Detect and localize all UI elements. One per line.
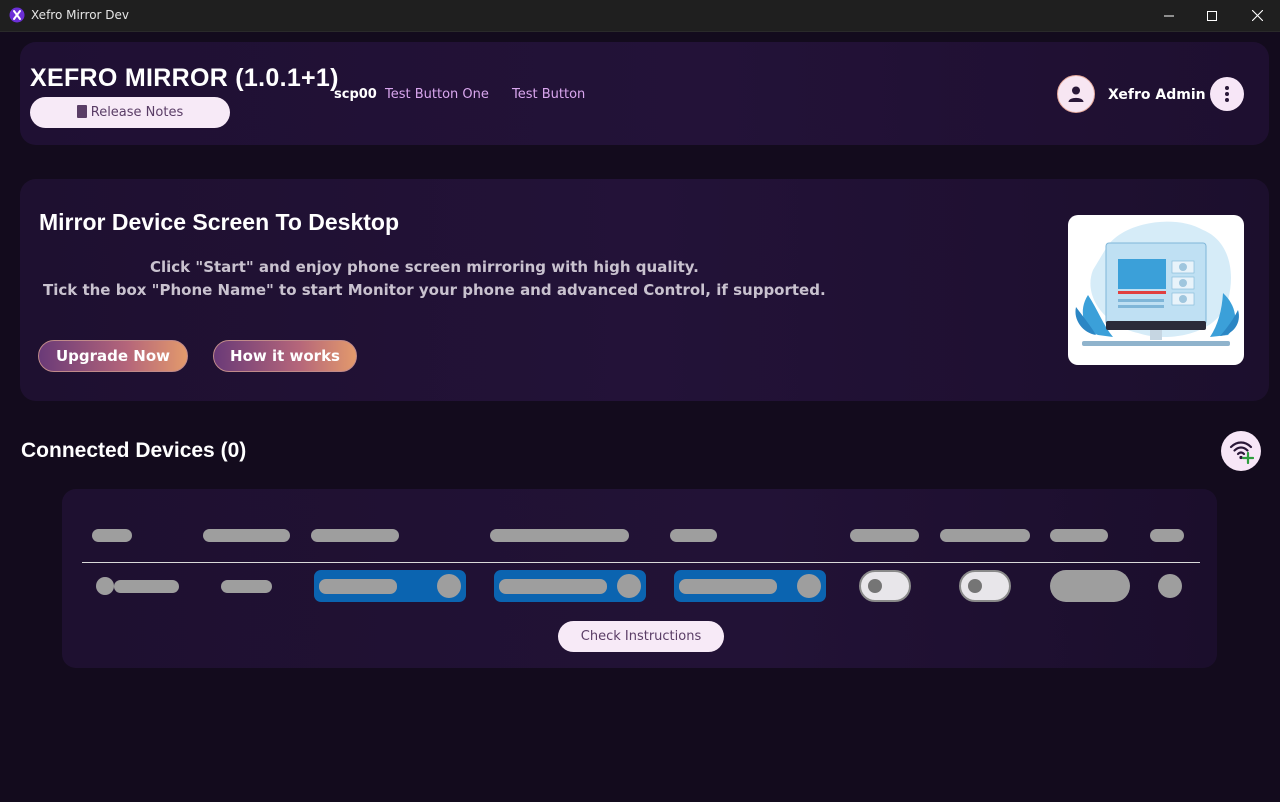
- column-header-placeholder: [670, 529, 717, 542]
- column-header-placeholder: [850, 529, 919, 542]
- table-divider: [82, 562, 1200, 563]
- desktop-illustration-image: [1075, 221, 1239, 346]
- more-vertical-icon: [1225, 86, 1229, 102]
- toggle-placeholder: [859, 570, 911, 602]
- column-header-placeholder: [1050, 529, 1108, 542]
- more-options-button[interactable]: [1210, 77, 1244, 111]
- switch-placeholder: [674, 570, 826, 602]
- minimize-icon: [1164, 15, 1174, 16]
- minimize-button[interactable]: [1146, 0, 1192, 31]
- column-header-placeholder: [490, 529, 629, 542]
- release-notes-label: Release Notes: [90, 105, 184, 120]
- connected-devices-title: Connected Devices (0): [21, 439, 247, 462]
- cell-placeholder: [1158, 574, 1182, 598]
- app-name: XEFRO MIRROR (1.0.1+1): [30, 64, 339, 92]
- maximize-button[interactable]: [1189, 0, 1235, 31]
- avatar[interactable]: [1057, 75, 1095, 113]
- add-wireless-device-button[interactable]: [1221, 431, 1261, 471]
- build-tag: scp00: [334, 87, 377, 102]
- column-header-placeholder: [92, 529, 132, 542]
- check-instructions-button[interactable]: Check Instructions: [558, 621, 724, 652]
- user-icon: [1068, 86, 1084, 102]
- column-header-placeholder: [203, 529, 290, 542]
- switch-placeholder: [494, 570, 646, 602]
- switch-placeholder: [314, 570, 466, 602]
- app-icon: [9, 7, 25, 23]
- desktop-illustration: [1068, 215, 1244, 365]
- close-window-button[interactable]: [1234, 0, 1280, 31]
- cell-placeholder: [221, 580, 272, 593]
- upgrade-now-button[interactable]: Upgrade Now: [38, 340, 188, 372]
- cell-placeholder: [1050, 570, 1130, 602]
- release-notes-button[interactable]: Release Notes: [30, 97, 230, 128]
- hero-title: Mirror Device Screen To Desktop: [39, 209, 400, 235]
- how-it-works-button[interactable]: How it works: [213, 340, 357, 372]
- column-header-placeholder: [940, 529, 1030, 542]
- window-title: Xefro Mirror Dev: [31, 8, 130, 22]
- cell-placeholder: [114, 580, 179, 593]
- window-titlebar: Xefro Mirror Dev: [0, 0, 1280, 32]
- hero-description-line-2: Tick the box "Phone Name" to start Monit…: [43, 281, 826, 299]
- hero-description-line-1: Click "Start" and enjoy phone screen mir…: [150, 258, 699, 276]
- column-header-placeholder: [311, 529, 399, 542]
- column-header-placeholder: [1150, 529, 1184, 542]
- test-button[interactable]: Test Button: [512, 87, 585, 102]
- test-button-one[interactable]: Test Button One: [385, 87, 489, 102]
- wifi-add-icon: [1229, 441, 1254, 464]
- maximize-icon: [1207, 10, 1217, 21]
- close-icon: [1251, 10, 1263, 21]
- user-name: Xefro Admin: [1108, 87, 1206, 103]
- toggle-placeholder: [959, 570, 1011, 602]
- row-checkbox-placeholder: [96, 577, 114, 595]
- book-icon: [76, 105, 87, 118]
